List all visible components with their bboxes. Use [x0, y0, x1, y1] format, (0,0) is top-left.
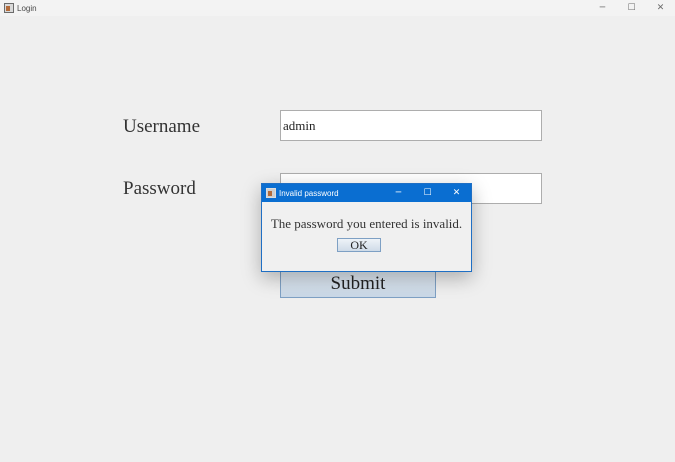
ok-button[interactable]: OK [337, 238, 381, 252]
minimize-icon[interactable]: ─ [588, 0, 617, 16]
window-title: Login [17, 3, 37, 13]
dialog-window-controls: ─ ☐ ✕ [384, 184, 471, 202]
app-icon [4, 3, 14, 13]
submit-button[interactable]: Submit [280, 269, 436, 298]
dialog-minimize-icon[interactable]: ─ [384, 184, 413, 202]
window-controls: ─ ☐ ✕ [588, 0, 675, 16]
maximize-icon[interactable]: ☐ [617, 0, 646, 16]
invalid-password-dialog: Invalid password ─ ☐ ✕ The password you … [261, 183, 472, 272]
close-icon[interactable]: ✕ [646, 0, 675, 16]
dialog-maximize-icon[interactable]: ☐ [413, 184, 442, 202]
dialog-app-icon [266, 188, 276, 198]
dialog-message: The password you entered is invalid. [270, 216, 463, 231]
dialog-titlebar[interactable]: Invalid password ─ ☐ ✕ [262, 184, 471, 202]
dialog-close-icon[interactable]: ✕ [442, 184, 471, 202]
username-label: Username [123, 116, 201, 137]
window-titlebar[interactable]: Login ─ ☐ ✕ [0, 0, 675, 16]
password-label: Password [123, 178, 196, 199]
dialog-title: Invalid password [279, 188, 339, 198]
username-field[interactable]: admin [280, 110, 542, 141]
